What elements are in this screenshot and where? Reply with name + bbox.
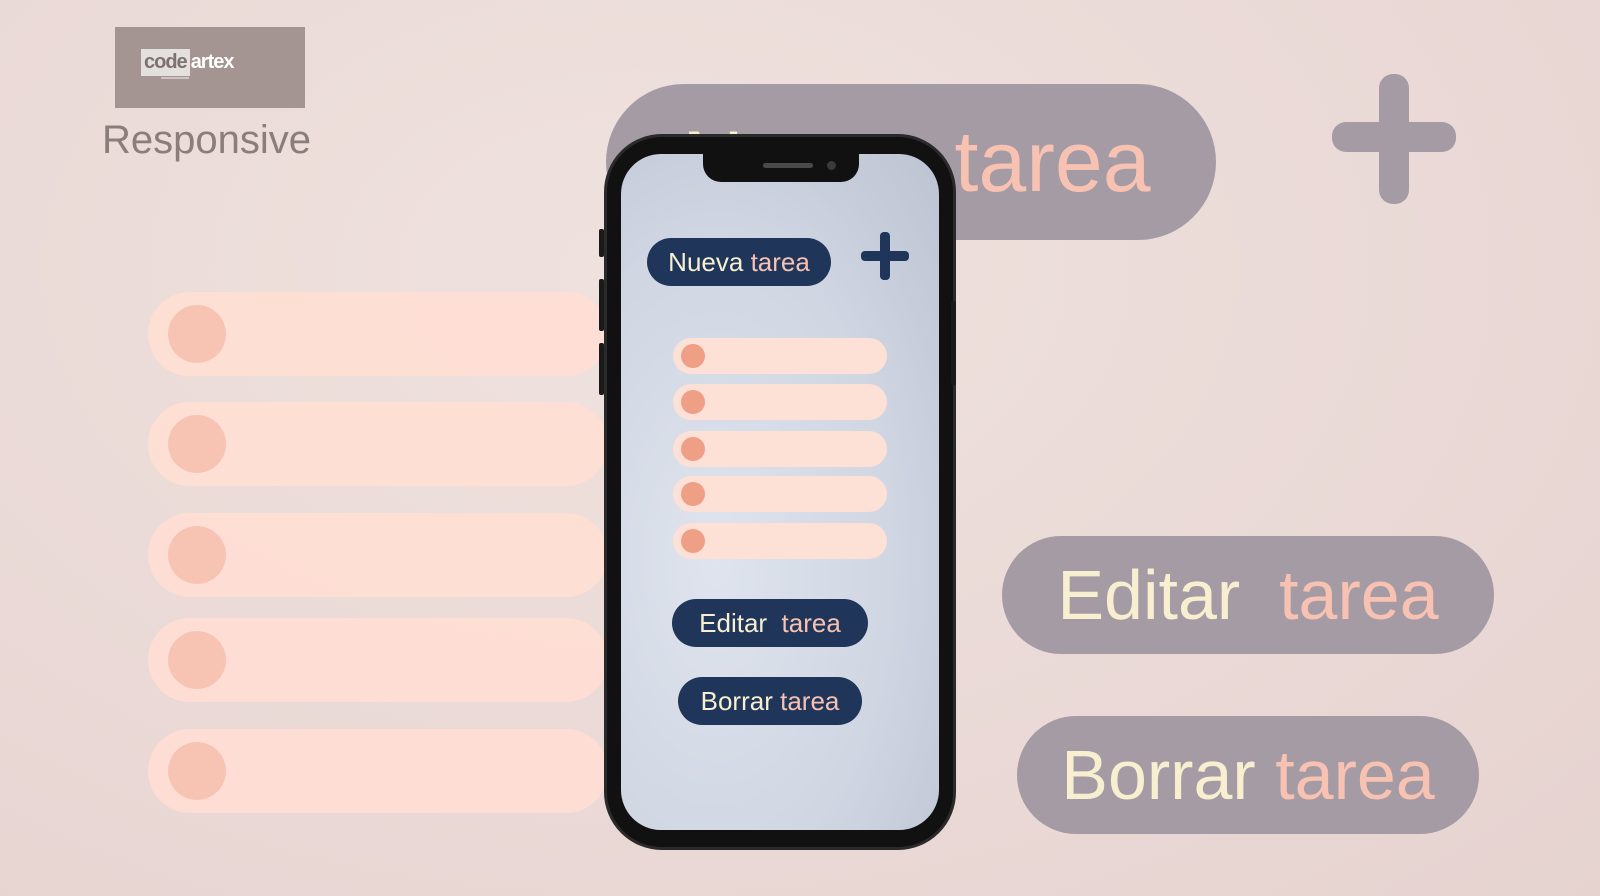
edit-task-word1: Editar	[699, 607, 768, 638]
logo-code-text: code	[141, 48, 190, 76]
bg-task-row	[148, 729, 608, 813]
bg-task-dot	[168, 526, 226, 584]
bg-task-dot	[168, 742, 226, 800]
add-plus-icon[interactable]	[861, 232, 909, 280]
phone-camera	[827, 161, 836, 170]
delete-task-word1: Borrar	[700, 685, 773, 716]
phone-notch	[703, 154, 859, 182]
delete-task-button[interactable]: Borrar tarea	[678, 677, 862, 725]
task-item[interactable]	[673, 523, 887, 559]
task-item[interactable]	[673, 476, 887, 512]
bg-task-row	[148, 402, 608, 486]
task-item[interactable]	[673, 384, 887, 420]
phone-speaker	[763, 163, 813, 168]
edit-task-word2: tarea	[781, 607, 841, 638]
phone-power-button	[951, 301, 956, 385]
bg-delete-task-pill: Borrar tarea	[1017, 716, 1479, 834]
task-checkbox[interactable]	[681, 390, 705, 414]
brand-logo: code artex	[115, 27, 305, 108]
bg-task-dot	[168, 631, 226, 689]
logo-wordmark: code artex	[141, 48, 235, 76]
bg-delete-task-word2: tarea	[1275, 736, 1435, 814]
tagline: Responsive	[102, 118, 312, 162]
phone-screen: Nueva tarea Editar tarea Borrar tarea	[621, 154, 939, 830]
task-checkbox[interactable]	[681, 482, 705, 506]
bg-task-row	[148, 618, 608, 702]
bg-delete-task-word1: Borrar	[1061, 736, 1256, 814]
task-checkbox[interactable]	[681, 344, 705, 368]
bg-task-row	[148, 513, 608, 597]
phone-volume-up	[599, 279, 604, 331]
bg-plus-icon	[1332, 74, 1456, 204]
new-task-button[interactable]: Nueva tarea	[647, 238, 831, 286]
phone-silent-switch	[599, 229, 604, 257]
logo-underline	[161, 77, 189, 79]
edit-task-button[interactable]: Editar tarea	[672, 599, 868, 647]
bg-new-task-word2: tarea	[954, 113, 1151, 210]
phone-volume-down	[599, 343, 604, 395]
task-item[interactable]	[673, 431, 887, 467]
bg-edit-task-word1: Editar	[1057, 556, 1241, 634]
task-item[interactable]	[673, 338, 887, 374]
bg-edit-task-pill: Editar tarea	[1002, 536, 1494, 654]
bg-task-row	[148, 292, 608, 376]
bg-task-dot	[168, 305, 226, 363]
bg-task-dot	[168, 415, 226, 473]
new-task-word2: tarea	[750, 246, 810, 277]
task-checkbox[interactable]	[681, 437, 705, 461]
logo-artex-text: artex	[190, 50, 235, 73]
task-checkbox[interactable]	[681, 529, 705, 553]
phone-mockup: Nueva tarea Editar tarea Borrar tarea	[599, 134, 956, 850]
delete-task-word2: tarea	[780, 685, 840, 716]
bg-edit-task-word2: tarea	[1279, 556, 1439, 634]
new-task-word1: Nueva	[668, 246, 744, 277]
